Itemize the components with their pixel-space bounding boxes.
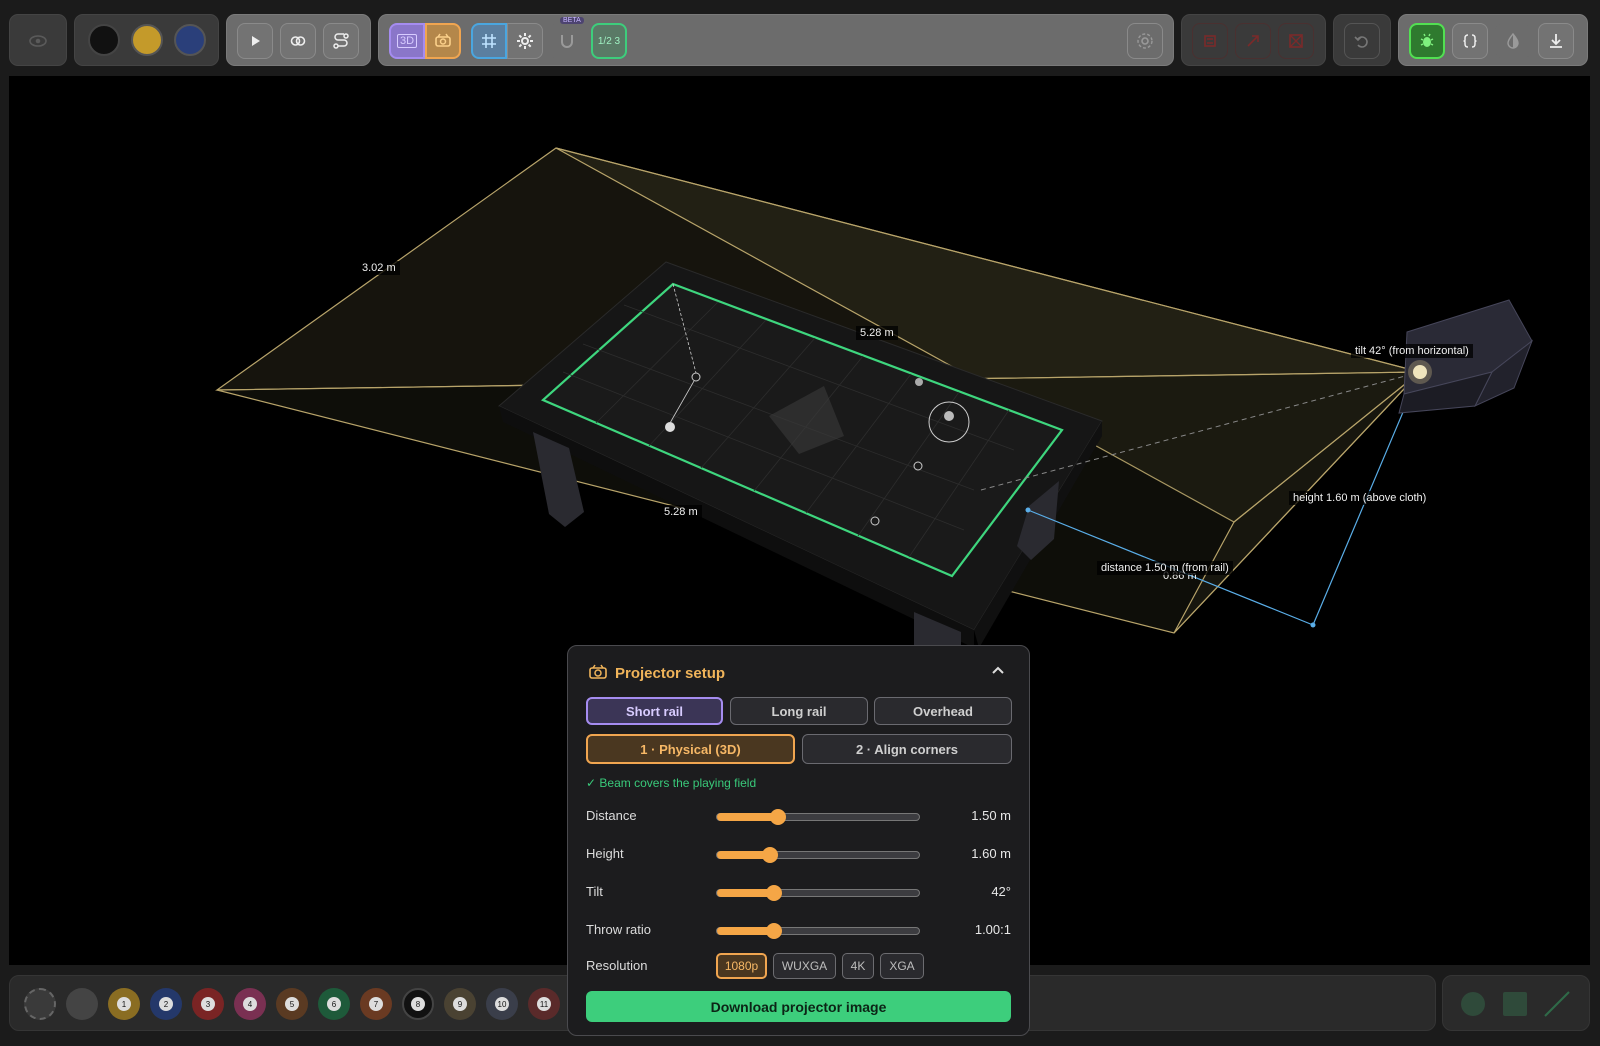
throw-ratio-label: Throw ratio (586, 922, 652, 937)
projector-icon (589, 664, 607, 679)
collapse-chevron-icon[interactable] (989, 662, 1007, 680)
toolbar-group-delete (1181, 14, 1326, 66)
panel-title: Projector setup (615, 665, 726, 682)
distance-slider[interactable] (716, 809, 920, 825)
resolution-xga-button[interactable]: XGA (880, 953, 924, 979)
beta-badge: BETA (560, 17, 584, 24)
rect-tool-icon[interactable] (1503, 992, 1527, 1016)
distance-value: 1.50 m (971, 808, 1011, 823)
toolbar-group-undo (1333, 14, 1391, 66)
resolution-wuxga-button[interactable]: WUXGA (773, 953, 836, 979)
ball-10-button[interactable]: 10 (486, 988, 518, 1020)
ball (944, 411, 954, 421)
ball-5-button[interactable]: 5 (276, 988, 308, 1020)
play-icon[interactable] (237, 23, 273, 59)
tilt-label: tilt 42° (from horizontal) (1351, 344, 1473, 358)
tilt-slider[interactable] (716, 885, 920, 901)
beam-width-label: 3.02 m (358, 261, 400, 275)
toolbar-group-balls (74, 14, 219, 66)
height-slider[interactable] (716, 847, 920, 863)
contrast-icon[interactable] (1495, 23, 1531, 59)
ball-10-icon[interactable] (174, 24, 206, 56)
throw-ratio-value: 1.00:1 (974, 922, 1011, 937)
height-label: height 1.60 m (above cloth) (1289, 491, 1431, 505)
magnet-icon[interactable] (549, 23, 585, 59)
ball-9-button[interactable]: 9 (444, 988, 476, 1020)
beam-length-bottom-label: 5.28 m (660, 505, 702, 519)
throw-ratio-slider[interactable] (716, 923, 920, 939)
download-projector-image-button[interactable]: Download projector image (586, 991, 1011, 1022)
grid-icon[interactable] (471, 23, 507, 59)
beam-status-message: ✓ Beam covers the playing field (586, 776, 757, 790)
resolution-4k-button[interactable]: 4K (842, 953, 874, 979)
cue-ball-button[interactable] (66, 988, 98, 1020)
projector-lens-glow (1408, 360, 1432, 384)
ball-3-button[interactable]: 3 (192, 988, 224, 1020)
resolution-label: Resolution (586, 958, 648, 973)
ghost-ball-button[interactable] (24, 988, 56, 1020)
height-value: 1.60 m (971, 846, 1011, 861)
line-tool-icon[interactable] (1543, 990, 1571, 1018)
projector-setup-panel: Projector setup Short rail Long rail Ove… (567, 645, 1030, 1036)
code-braces-icon[interactable] (1452, 23, 1488, 59)
tilt-value: 42° (991, 884, 1011, 899)
draw-tools (1442, 975, 1590, 1031)
circle-tool-icon[interactable] (1461, 992, 1485, 1016)
download-icon[interactable] (1538, 23, 1574, 59)
gear-icon[interactable] (507, 23, 543, 59)
view-3d-label: 3D (396, 34, 418, 48)
ball-11-button[interactable]: 11 (528, 988, 560, 1020)
ball-9-icon[interactable] (131, 24, 163, 56)
clear-balls-icon[interactable] (1192, 23, 1228, 59)
tilt-label: Tilt (586, 884, 603, 899)
route-icon[interactable] (323, 23, 359, 59)
link-icon[interactable] (280, 23, 316, 59)
height-label: Height (586, 846, 624, 861)
distance-label: Distance (586, 808, 637, 823)
numbering-icon[interactable]: 1/2 3 (591, 23, 627, 59)
mount-long-rail-button[interactable]: Long rail (730, 697, 868, 725)
ball-8-icon[interactable] (88, 24, 120, 56)
settings-icon[interactable] (1127, 23, 1163, 59)
step-physical-button[interactable]: 1 · Physical (3D) (586, 734, 795, 764)
distance-label: distance 1.50 m (from rail) (1097, 561, 1233, 575)
mount-short-rail-button[interactable]: Short rail (586, 697, 723, 725)
toolbar-group-playback (226, 14, 371, 66)
ball-2-button[interactable]: 2 (150, 988, 182, 1020)
undo-icon[interactable] (1344, 23, 1380, 59)
mount-overhead-button[interactable]: Overhead (874, 697, 1012, 725)
clear-shots-icon[interactable] (1235, 23, 1271, 59)
ball-1-button[interactable]: 1 (108, 988, 140, 1020)
debug-bug-icon[interactable] (1409, 23, 1445, 59)
top-toolbar: 3D BETA 1/2 3 (0, 0, 1600, 78)
distance-anchor-point (1025, 507, 1031, 513)
ball-8-button[interactable]: 8 (402, 988, 434, 1020)
cue-ball (665, 422, 675, 432)
height-anchor-point (1310, 622, 1316, 628)
beam-length-top-label: 5.28 m (856, 326, 898, 340)
eye-icon[interactable] (20, 23, 56, 59)
toolbar-group-view (9, 14, 67, 66)
toolbar-group-mode: 3D BETA 1/2 3 (378, 14, 1174, 66)
toolbar-group-export (1398, 14, 1588, 66)
view-3d-button[interactable]: 3D (389, 23, 425, 59)
ball-6-button[interactable]: 6 (318, 988, 350, 1020)
ball-7-button[interactable]: 7 (360, 988, 392, 1020)
projector-icon[interactable] (425, 23, 461, 59)
ball (915, 378, 923, 386)
resolution-1080p-button[interactable]: 1080p (716, 953, 767, 979)
clear-all-icon[interactable] (1278, 23, 1314, 59)
step-align-corners-button[interactable]: 2 · Align corners (802, 734, 1012, 764)
ball-4-button[interactable]: 4 (234, 988, 266, 1020)
numbering-label: 1/2 3 (597, 35, 621, 47)
